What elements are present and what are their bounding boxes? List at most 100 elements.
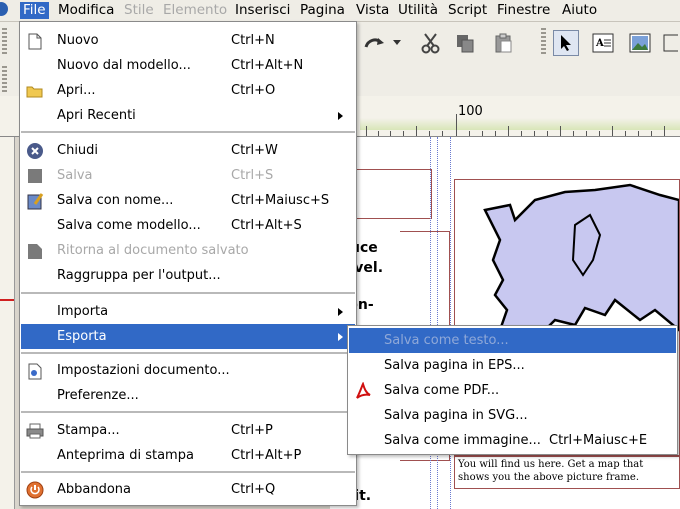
menu-item-anteprima-stampa[interactable]: Anteprima di stampa Ctrl+Alt+P — [21, 443, 355, 468]
menu-item-raggruppa[interactable]: Raggruppa per l'output... — [21, 263, 355, 288]
menu-item-label: Salva — [57, 168, 93, 183]
quit-icon — [26, 481, 44, 499]
menu-item-ritorna[interactable]: Ritorna al documento salvato — [21, 238, 355, 263]
app-icon — [0, 2, 8, 16]
menu-utilita[interactable]: Utilità — [398, 2, 438, 19]
menu-item-chiudi[interactable]: Chiudi Ctrl+W — [21, 138, 355, 163]
ruler-tick — [664, 126, 665, 136]
menu-item-importa[interactable]: Importa — [21, 299, 355, 324]
menu-item-nuovo[interactable]: Nuovo Ctrl+N — [21, 28, 355, 53]
menu-item-label: Esporta — [57, 329, 107, 344]
menu-item-abbandona[interactable]: Abbandona Ctrl+Q — [21, 477, 355, 502]
ruler-tick — [469, 131, 470, 136]
menu-modifica[interactable]: Modifica — [58, 2, 114, 19]
toolbar-grip[interactable] — [2, 28, 7, 54]
menu-item-shortcut: Ctrl+Alt+P — [231, 448, 302, 463]
submenu-item-label: Salva come PDF... — [384, 383, 500, 398]
export-submenu: Salva come testo... Salva pagina in EPS.… — [347, 325, 678, 455]
menu-item-shortcut: Ctrl+Alt+N — [231, 58, 304, 73]
menu-separator — [21, 131, 355, 133]
submenu-arrow-icon — [338, 333, 343, 341]
menu-item-shortcut: Ctrl+Maiusc+S — [231, 193, 330, 208]
menu-item-label: Stampa... — [57, 423, 120, 438]
menu-item-apri-recenti[interactable]: Apri Recenti — [21, 103, 355, 128]
ruler-tick — [390, 131, 391, 136]
redo-icon[interactable] — [362, 30, 388, 56]
map-caption: You will find us here. Get a map that sh… — [458, 459, 644, 483]
toolbar-grip[interactable] — [541, 28, 546, 54]
menu-item-salva[interactable]: Salva Ctrl+S — [21, 163, 355, 188]
menu-script[interactable]: Script — [448, 2, 487, 19]
submenu-arrow-icon — [338, 112, 343, 120]
copy-icon[interactable] — [452, 30, 478, 56]
ruler-tick — [521, 131, 522, 136]
paste-icon[interactable] — [490, 30, 516, 56]
ruler-tick — [429, 131, 430, 136]
ruler-tick — [651, 131, 652, 136]
menu-item-shortcut: Ctrl+S — [231, 168, 274, 183]
submenu-item-salva-svg[interactable]: Salva pagina in SVG... — [349, 403, 676, 428]
menu-separator — [21, 352, 355, 354]
menu-item-nuovo-dal-modello[interactable]: Nuovo dal modello... Ctrl+Alt+N — [21, 53, 355, 78]
pdf-icon — [354, 382, 372, 400]
ruler-tick — [508, 126, 509, 136]
submenu-arrow-icon — [338, 308, 343, 316]
submenu-item-salva-come-testo[interactable]: Salva come testo... — [349, 328, 676, 353]
submenu-item-salva-eps[interactable]: Salva pagina in EPS... — [349, 353, 676, 378]
menu-vista[interactable]: Vista — [356, 2, 389, 19]
menu-item-apri[interactable]: Apri... Ctrl+O — [21, 78, 355, 103]
menu-item-esporta[interactable]: Esporta — [21, 324, 355, 349]
menu-item-preferenze[interactable]: Preferenze... — [21, 383, 355, 408]
menu-separator — [21, 471, 355, 473]
submenu-item-label: Salva pagina in SVG... — [384, 408, 528, 423]
menu-elemento[interactable]: Elemento — [163, 2, 227, 19]
menu-pagina[interactable]: Pagina — [300, 2, 345, 19]
menu-item-salva-come-modello[interactable]: Salva come modello... Ctrl+Alt+S — [21, 213, 355, 238]
ruler-tick — [495, 131, 496, 136]
menu-file[interactable]: File — [20, 2, 49, 19]
ruler-tick — [586, 131, 587, 136]
menu-item-label: Anteprima di stampa — [57, 448, 194, 463]
menu-inserisci[interactable]: Inserisci — [235, 2, 290, 19]
ruler-tick — [573, 131, 574, 136]
menu-item-label: Raggruppa per l'output... — [57, 268, 221, 283]
menu-item-salva-con-nome[interactable]: Salva con nome... Ctrl+Maiusc+S — [21, 188, 355, 213]
ruler-tick — [547, 131, 548, 136]
menu-item-label: Nuovo dal modello... — [57, 58, 191, 73]
document-settings-icon — [26, 362, 44, 380]
menu-item-label: Nuovo — [57, 33, 99, 48]
select-tool-icon[interactable] — [553, 30, 579, 56]
menu-item-shortcut: Ctrl+W — [231, 143, 278, 158]
ruler-tick — [403, 131, 404, 136]
submenu-item-label: Salva come testo... — [384, 333, 509, 348]
menu-stile[interactable]: Stile — [124, 2, 154, 19]
shape-tool-icon[interactable] — [660, 30, 680, 56]
submenu-item-salva-pdf[interactable]: Salva come PDF... — [349, 378, 676, 403]
text-frame-icon[interactable]: A — [590, 30, 616, 56]
new-document-icon — [26, 32, 44, 50]
ruler-tick — [625, 131, 626, 136]
menu-separator — [21, 411, 355, 413]
image-frame-icon[interactable] — [627, 30, 653, 56]
redo-dropdown-icon[interactable] — [390, 30, 404, 56]
menubar: File Modifica Stile Elemento Inserisci P… — [0, 0, 680, 22]
submenu-item-shortcut: Ctrl+Maiusc+E — [549, 433, 648, 448]
ruler-tick — [638, 131, 639, 136]
menu-item-stampa[interactable]: Stampa... Ctrl+P — [21, 418, 355, 443]
toolbar-grip[interactable] — [2, 66, 7, 92]
ruler-tick — [378, 131, 379, 136]
submenu-item-label: Salva pagina in EPS... — [384, 358, 525, 373]
folder-icon — [26, 82, 44, 100]
menu-item-label: Impostazioni documento... — [57, 363, 230, 378]
menu-item-shortcut: Ctrl+Q — [231, 482, 276, 497]
ruler-tick — [442, 131, 443, 136]
menu-item-shortcut: Ctrl+P — [231, 423, 273, 438]
vertical-ruler — [0, 137, 15, 509]
ruler-margin-marker — [360, 118, 680, 130]
ruler-tick — [366, 126, 367, 136]
cut-icon[interactable] — [418, 30, 444, 56]
menu-item-impostazioni-documento[interactable]: Impostazioni documento... — [21, 358, 355, 383]
submenu-item-salva-immagine[interactable]: Salva come immagine... Ctrl+Maiusc+E — [349, 428, 676, 453]
menu-finestre[interactable]: Finestre — [497, 2, 550, 19]
menu-aiuto[interactable]: Aiuto — [562, 2, 597, 19]
